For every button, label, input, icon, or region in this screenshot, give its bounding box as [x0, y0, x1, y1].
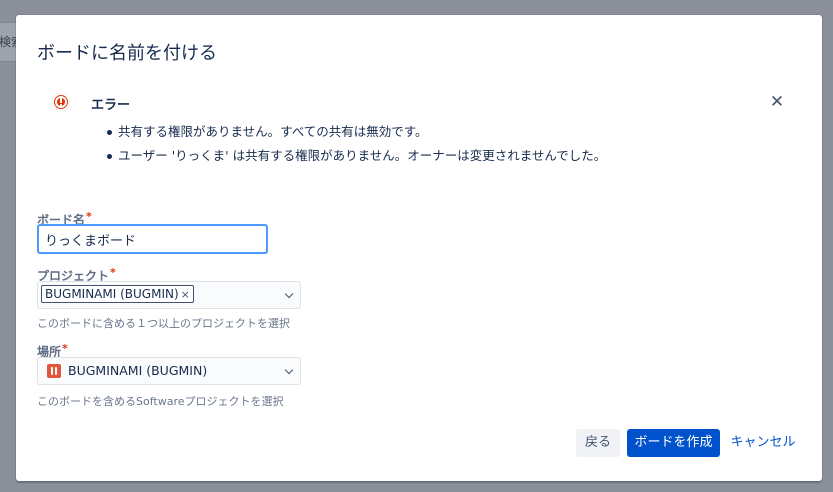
dialog-title: ボードに名前を付ける — [37, 43, 217, 64]
create-board-button[interactable]: ボードを作成 — [627, 429, 720, 457]
chevron-down-icon[interactable] — [284, 365, 294, 375]
location-select[interactable]: BUGMINAMI (BUGMIN) — [37, 357, 301, 385]
required-mark: * — [110, 266, 116, 279]
back-button[interactable]: 戻る — [576, 429, 620, 457]
error-item: 共有する権限がありません。すべての共有は無効です。 — [106, 121, 606, 145]
required-mark: * — [62, 342, 68, 355]
cancel-button[interactable]: キャンセル — [723, 429, 803, 457]
close-icon[interactable]: ✕ — [768, 93, 786, 111]
required-mark: * — [86, 210, 92, 223]
error-title: エラー — [91, 98, 131, 113]
error-list: 共有する権限がありません。すべての共有は無効です。 ユーザー 'りっくま' は共… — [106, 121, 606, 169]
project-help-text: このボードに含める１つ以上のプロジェクトを選択 — [37, 317, 290, 330]
chip-remove-icon[interactable]: × — [181, 288, 190, 301]
error-item: ユーザー 'りっくま' は共有する権限がありません。オーナーは変更されませんでし… — [106, 145, 606, 169]
location-value: BUGMINAMI (BUGMIN) — [68, 363, 208, 378]
error-icon — [52, 93, 70, 111]
chevron-down-icon[interactable] — [284, 289, 294, 299]
location-help-text: このボードを含めるSoftwareプロジェクトを選択 — [37, 395, 284, 408]
error-message: エラー ✕ 共有する権限がありません。すべての共有は無効です。 ユーザー 'りっ… — [38, 85, 798, 195]
project-chip: BUGMINAMI (BUGMIN) × — [41, 285, 194, 303]
project-select[interactable]: BUGMINAMI (BUGMIN) × — [37, 281, 301, 309]
board-name-input[interactable] — [37, 224, 268, 254]
project-icon — [47, 364, 61, 378]
project-chip-label: BUGMINAMI (BUGMIN) — [45, 287, 179, 301]
create-board-dialog: ボードに名前を付ける エラー ✕ 共有する権限がありません。すべての共有は無効で… — [16, 15, 822, 481]
